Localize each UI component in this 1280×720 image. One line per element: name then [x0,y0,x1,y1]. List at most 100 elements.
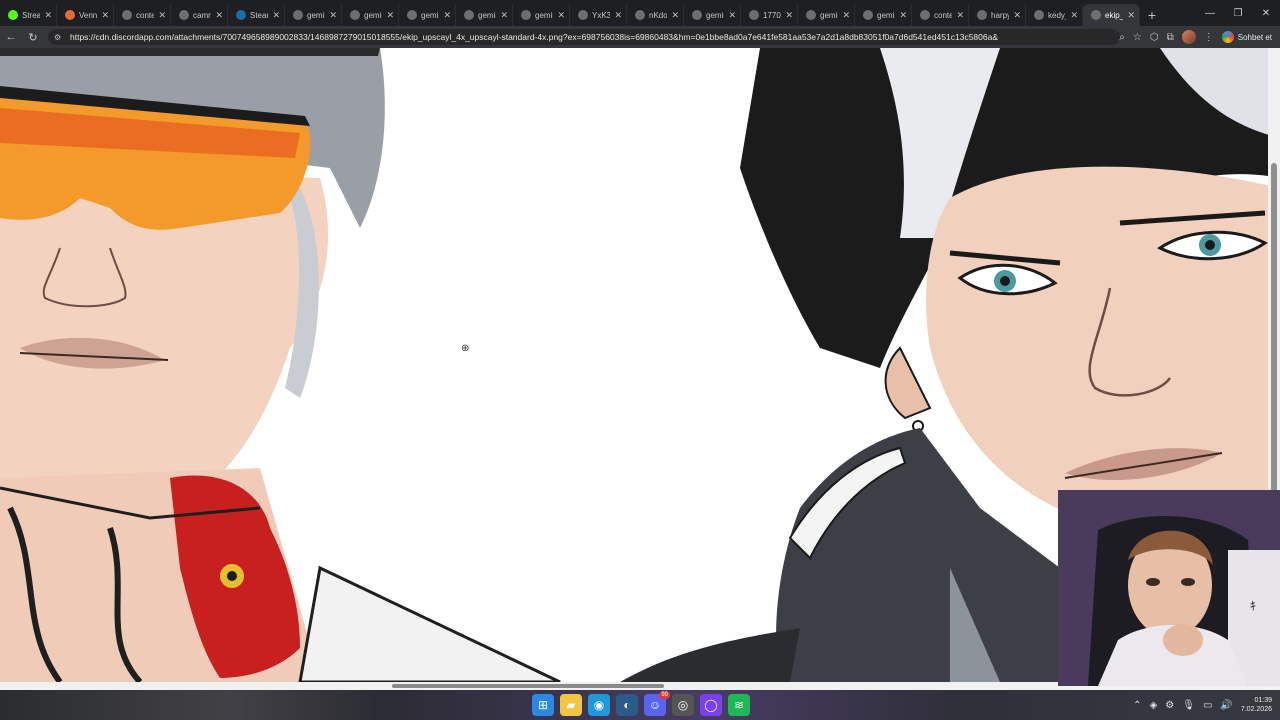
svg-text:ｷ: ｷ [1250,599,1256,613]
browser-tab[interactable]: conte ✕ [912,4,969,26]
tab-title: gemin [478,10,496,20]
discord-icon[interactable]: ☺ 99 [644,691,670,716]
globe-icon [863,10,873,20]
tab-close-icon[interactable]: ✕ [842,10,850,21]
browser-tab[interactable]: gemin ✕ [684,4,741,26]
tab-title: YxK3F [592,10,611,20]
browser-tab[interactable]: 17702 ✕ [741,4,798,26]
tab-title: gemin [364,10,382,20]
steam-icon[interactable]: ◐ [616,694,638,716]
globe-icon [350,10,360,20]
tray-app-icon[interactable]: ◈ [1150,700,1158,711]
browser-tab[interactable]: gemin ✕ [285,4,342,26]
browser-tab[interactable]: Venni ✕ [57,4,114,26]
browser-tab[interactable]: Stream✕ [0,4,57,26]
steam-icon [236,10,246,20]
globe-icon [293,10,303,20]
tab-title: gemin [307,10,325,20]
profile-avatar[interactable] [1181,30,1196,44]
new-tab-button[interactable]: + [1140,4,1164,26]
tab-close-icon[interactable]: ✕ [956,10,964,21]
browser-tab[interactable]: gemin ✕ [798,4,855,26]
tab-close-icon[interactable]: ✕ [329,10,337,21]
tab-close-icon[interactable]: ✕ [728,10,736,21]
tab-title: Venni [79,10,98,20]
chat-button[interactable]: Sohbet et [1221,31,1276,43]
zoom-icon[interactable]: ⌕ [1119,32,1125,43]
tab-close-icon[interactable]: ✕ [899,10,907,21]
bookmark-star-icon[interactable]: ☆ [1133,32,1142,43]
clock[interactable]: 01:39 7.02.2026 [1241,696,1272,714]
tab-close-icon[interactable]: ✕ [443,10,451,21]
tab-close-icon[interactable]: ✕ [1013,10,1021,21]
url-text[interactable]: https://cdn.discordapp.com/attachments/7… [70,32,1090,42]
browser-tab[interactable]: kedy_ ✕ [1026,4,1083,26]
browser-tab[interactable]: gemin ✕ [513,4,570,26]
tab-close-icon[interactable]: ✕ [785,10,793,21]
tab-close-icon[interactable]: ✕ [614,10,622,21]
browser-tab[interactable]: nKdol ✕ [627,4,684,26]
tab-close-icon[interactable]: ✕ [557,10,565,21]
tray-settings-icon[interactable]: ⚙ [1165,700,1174,711]
browser-tab[interactable]: Steam ✕ [228,4,285,26]
gemini-icon [1221,31,1234,43]
globe-icon [521,10,531,20]
browser-tab[interactable]: gemin ✕ [342,4,399,26]
maximize-icon[interactable]: ❐ [1224,0,1252,26]
chrome-icon[interactable]: ◎ [672,694,694,716]
edge-icon[interactable]: ◉ [588,694,610,716]
browser-tab[interactable]: gemin ✕ [855,4,912,26]
tab-title: gemin [820,10,838,20]
tab-strip: Stream✕Venni✕conte✕camry✕Steam✕gemin✕gem… [0,0,1280,26]
browser-tab[interactable]: camry ✕ [171,4,228,26]
tray-chevron-icon[interactable]: ⌃ [1133,700,1141,711]
globe-icon [635,10,645,20]
webcam-video: ｷ [1058,490,1280,686]
browser-tab[interactable]: conte ✕ [114,4,171,26]
extension-icon[interactable]: ⬡ [1150,32,1159,43]
tab-close-icon[interactable]: ✕ [44,10,52,21]
spotify-icon[interactable]: ≋ [728,694,750,716]
tab-title: 17702 [763,10,781,20]
close-window-icon[interactable]: ✕ [1252,0,1280,26]
tab-title: gemin [535,10,553,20]
windows-start-icon[interactable]: ⊞ [532,694,554,716]
zoom-cursor-icon: ⊕ [461,343,470,354]
tab-close-icon[interactable]: ✕ [500,10,508,21]
webcam-overlay: ｷ [1058,490,1280,686]
tab-close-icon[interactable]: ✕ [158,10,166,21]
tab-close-icon[interactable]: ✕ [272,10,280,21]
browser-tab[interactable]: YxK3F✕ [570,4,627,26]
kick-icon [8,10,18,20]
microphone-icon[interactable]: 🎙 [1182,700,1195,711]
network-icon[interactable]: ▭ [1203,700,1212,711]
browser-tab[interactable]: gemin ✕ [456,4,513,26]
browser-tab[interactable]: gemin ✕ [399,4,456,26]
globe-icon [692,10,702,20]
twitch-icon[interactable]: ◯ [700,694,722,716]
browser-toolbar: ← ↻ ⚙ https://cdn.discordapp.com/attachm… [0,26,1280,48]
browser-tab[interactable]: ekip_u ✕ [1083,4,1140,26]
site-info-icon[interactable]: ⚙ [54,33,64,42]
tab-close-icon[interactable]: ✕ [215,10,223,21]
tab-close-icon[interactable]: ✕ [386,10,394,21]
back-icon[interactable]: ← [0,26,22,48]
horizontal-scroll-thumb[interactable] [392,684,664,688]
tab-close-icon[interactable]: ✕ [671,10,679,21]
minimize-icon[interactable]: — [1196,0,1224,26]
browser-tab[interactable]: harpy ✕ [969,4,1026,26]
globe-icon [749,10,759,20]
extensions-puzzle-icon[interactable]: ⧉ [1167,32,1174,43]
menu-icon[interactable]: ⋮ [1204,32,1214,43]
clock-time: 01:39 [1254,697,1272,704]
tab-close-icon[interactable]: ✕ [1070,10,1078,21]
address-bar[interactable]: ⚙ https://cdn.discordapp.com/attachments… [48,29,1120,45]
tab-close-icon[interactable]: ✕ [1127,10,1135,21]
tab-close-icon[interactable]: ✕ [101,10,109,21]
tab-title: conte [136,10,155,20]
file-explorer-icon[interactable]: ▰ [560,694,582,716]
volume-icon[interactable]: 🔊 [1220,700,1232,711]
tab-title: camry [193,10,211,20]
reload-icon[interactable]: ↻ [22,26,44,48]
globe-icon [806,10,816,20]
